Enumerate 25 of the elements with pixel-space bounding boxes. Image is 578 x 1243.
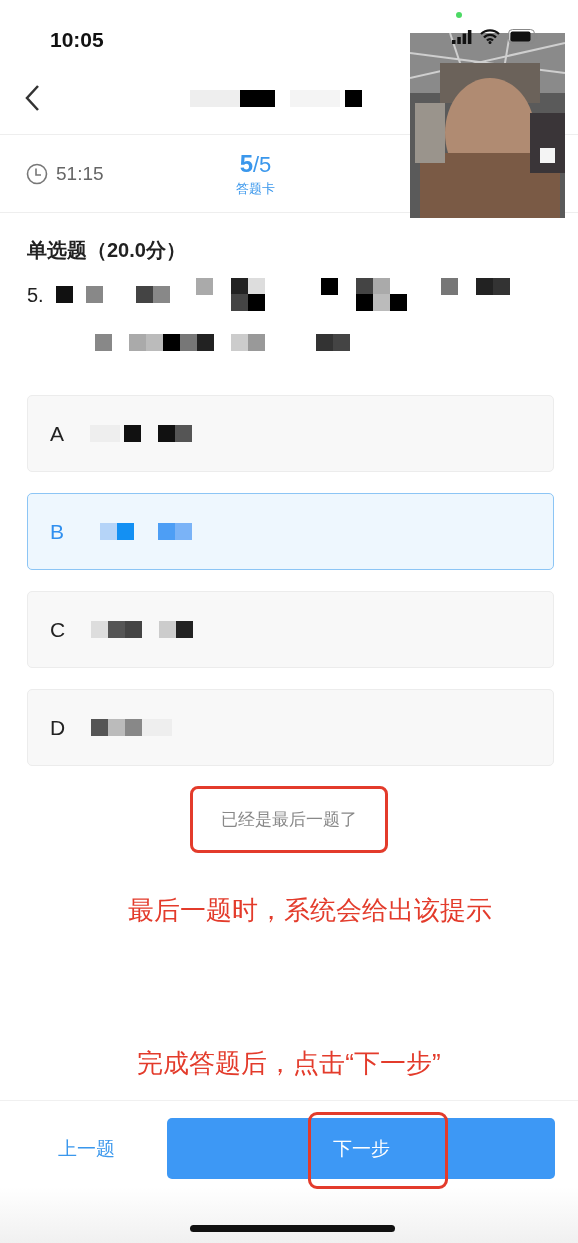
clock-icon <box>26 162 48 185</box>
answer-option[interactable]: A <box>27 395 554 472</box>
next-step-button[interactable]: 下一步 <box>167 1118 555 1179</box>
answer-option[interactable]: D <box>27 689 554 766</box>
option-letter: B <box>50 519 64 544</box>
question-type: 单选题（20.0分） <box>26 238 187 263</box>
option-letter: C <box>50 617 66 642</box>
battery-icon <box>508 29 538 44</box>
previous-question-button[interactable]: 上一题 <box>40 1125 133 1172</box>
back-icon[interactable] <box>24 84 40 112</box>
last-question-hint: 已经是最后一题了 <box>190 786 388 853</box>
timer-text: 51:15 <box>56 162 104 185</box>
privacy-indicator <box>456 12 462 18</box>
signal-icon <box>452 29 472 44</box>
annotation-text: 完成答题后，点击“下一步” <box>136 1047 442 1080</box>
option-letter: A <box>50 421 64 446</box>
question-number: 5. <box>27 283 44 307</box>
annotation-text: 最后一题时，系统会给出该提示 <box>127 894 493 927</box>
answer-card-link[interactable]: 答题卡 <box>236 179 275 198</box>
question-counter: 5/5 <box>239 149 272 178</box>
status-time: 10:05 <box>50 28 104 52</box>
wifi-icon <box>480 29 500 44</box>
option-letter: D <box>50 715 66 740</box>
answer-option[interactable]: B <box>27 493 554 570</box>
answer-option[interactable]: C <box>27 591 554 668</box>
